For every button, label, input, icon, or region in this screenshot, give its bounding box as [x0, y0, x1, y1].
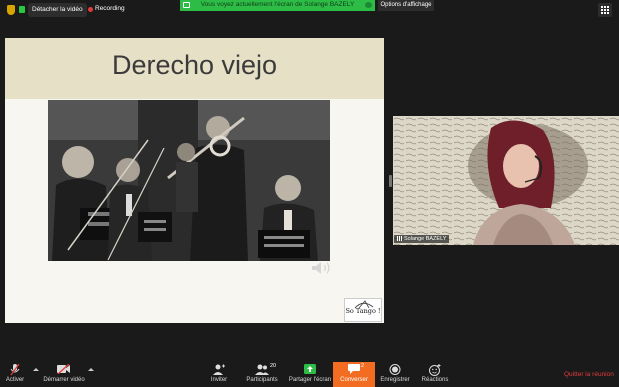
share-screen-button[interactable]: Partager l'écran [288, 362, 332, 387]
recording-label: Recording [95, 5, 125, 12]
participants-label: Participants [246, 377, 278, 383]
screen-share-banner-text: Vous voyez actuellement l'écran de Solan… [200, 1, 355, 8]
record-label: Enregistrer [380, 377, 410, 383]
unmute-label: Activer [5, 377, 25, 383]
participants-button[interactable]: 20 Participants [244, 362, 280, 387]
share-screen-icon [304, 364, 316, 374]
participants-count: 20 [270, 363, 277, 369]
chat-button[interactable]: 2 Converser [333, 362, 375, 387]
unmute-button[interactable]: Activer [0, 362, 30, 387]
video-options-caret-icon[interactable] [88, 368, 94, 371]
video-camera-off-icon [57, 364, 70, 374]
start-video-label: Démarrer vidéo [43, 377, 85, 383]
detach-video-button[interactable]: Détacher la vidéo [28, 3, 87, 17]
screen-share-banner: Vous voyez actuellement l'écran de Solan… [180, 0, 375, 11]
invite-label: Inviter [210, 377, 228, 383]
chat-label: Converser [340, 377, 368, 383]
participants-icon [255, 364, 269, 375]
invite-button[interactable]: Inviter [204, 362, 234, 387]
start-video-button[interactable]: Démarrer vidéo [42, 362, 86, 387]
logo-text: So Tango ! [345, 307, 381, 315]
speaker-icon[interactable] [310, 260, 334, 276]
chat-bubble-icon [348, 364, 360, 374]
leave-meeting-button[interactable]: Quitter la réunion [564, 371, 614, 378]
gallery-view-icon[interactable] [598, 3, 612, 17]
microphone-muted-icon [10, 364, 20, 376]
reactions-button[interactable]: Réactions [418, 362, 452, 387]
record-icon [389, 364, 401, 375]
reactions-label: Réactions [421, 377, 449, 383]
meeting-toolbar: Activer Démarrer vidéo Inviter 20 Partic… [0, 362, 619, 387]
chat-count: 2 [361, 363, 365, 369]
top-bar: Détacher la vidéo Recording Vous voyez a… [0, 0, 619, 20]
audio-options-caret-icon[interactable] [33, 368, 39, 371]
lock-icon[interactable] [19, 6, 25, 13]
reactions-icon [429, 364, 441, 376]
participant-name: Solange BAZELY [404, 236, 447, 242]
shared-slide: Derecho viejo So Tango ! [5, 38, 384, 323]
share-screen-label: Partager l'écran [288, 377, 332, 383]
so-tango-logo: So Tango ! [344, 298, 382, 322]
share-status-icon [365, 2, 372, 8]
shield-icon[interactable] [7, 5, 15, 15]
slide-header: Derecho viejo [5, 38, 384, 99]
resize-handle[interactable] [389, 175, 392, 187]
recording-dot-icon [88, 7, 93, 12]
add-person-icon [213, 364, 225, 375]
tango-orchestra-photo [48, 100, 330, 261]
participant-video[interactable]: Solange BAZELY [393, 116, 619, 245]
participant-name-label: Solange BAZELY [394, 235, 450, 243]
slide-title: Derecho viejo [111, 50, 278, 80]
audio-level-icon [397, 236, 402, 241]
record-button[interactable]: Enregistrer [378, 362, 412, 387]
view-options-button[interactable]: Options d'affichage [378, 0, 434, 11]
